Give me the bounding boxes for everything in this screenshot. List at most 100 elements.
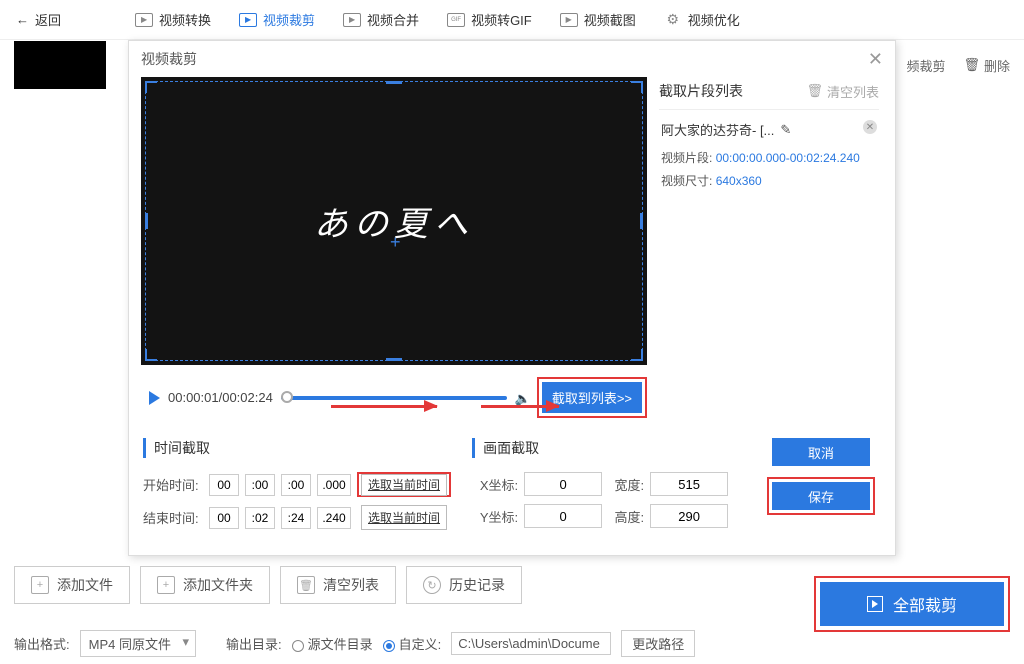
y-input[interactable]	[524, 504, 602, 528]
bottom-toolbar: + 添加文件 + 添加文件夹 🗑 清空列表 ↻ 历史记录	[14, 566, 522, 604]
radio-source-dir[interactable]: 源文件目录	[292, 634, 373, 653]
crop-handle-l[interactable]	[145, 213, 148, 229]
start-min-input[interactable]	[245, 474, 275, 496]
tab-video-optimize[interactable]: ⚙ 视频优化	[654, 6, 750, 33]
save-button[interactable]: 保存	[772, 482, 870, 510]
out-format-label: 输出格式:	[14, 634, 70, 653]
crop-modal: 视频裁剪 ✕ + あの夏へ 00:00:01/00	[128, 40, 896, 556]
back-button[interactable]: ← 返回	[8, 6, 69, 33]
out-format-select[interactable]: MP4 同原文件	[80, 630, 196, 657]
start-time-label: 开始时间:	[143, 475, 203, 494]
tab-label: 视频优化	[688, 10, 740, 29]
out-path-input[interactable]: C:\Users\admin\Docume	[451, 632, 611, 655]
w-label: 宽度:	[608, 475, 644, 494]
play-icon: ▶	[560, 13, 578, 27]
annotation-frame: 选取当前时间	[357, 472, 451, 497]
annotation-frame: 全部裁剪	[814, 576, 1010, 632]
tab-label: 视频合并	[367, 10, 419, 29]
end-min-input[interactable]	[245, 507, 275, 529]
annotation-frame: 保存	[767, 477, 875, 515]
h-label: 高度:	[608, 507, 644, 526]
output-row: 输出格式: MP4 同原文件 输出目录: 源文件目录 自定义: C:\Users…	[14, 630, 695, 657]
clear-list-button[interactable]: 🗑 清空列表	[806, 82, 879, 101]
playback-row: 00:00:01/00:02:24 🔈 截取到列表>>	[141, 377, 647, 418]
folder-plus-icon: +	[157, 576, 175, 594]
tab-label: 视频裁剪	[263, 10, 315, 29]
crop-handle-t[interactable]	[386, 81, 402, 84]
clock-icon: ↻	[423, 576, 441, 594]
x-input[interactable]	[524, 472, 602, 496]
progress-slider[interactable]	[281, 396, 507, 400]
video-preview[interactable]: + あの夏へ	[141, 77, 647, 365]
start-hour-input[interactable]	[209, 474, 239, 496]
clear-list-button[interactable]: 🗑 清空列表	[280, 566, 396, 604]
modal-title: 视频裁剪	[141, 49, 197, 69]
play-icon: ▶	[135, 13, 153, 27]
x-label: X坐标:	[472, 475, 518, 494]
close-icon[interactable]: ✕	[868, 49, 883, 70]
trash-icon[interactable]: 🗑 删除	[963, 56, 1010, 75]
pick-current-end-button[interactable]: 选取当前时间	[361, 505, 447, 530]
time-display: 00:00:01/00:02:24	[168, 390, 273, 405]
crop-handle-br[interactable]	[631, 349, 643, 361]
change-path-button[interactable]: 更改路径	[621, 630, 695, 657]
tab-video-crop[interactable]: ▶ 视频裁剪	[229, 6, 325, 33]
pick-current-start-button[interactable]: 选取当前时间	[361, 474, 447, 496]
w-input[interactable]	[650, 472, 728, 496]
tab-video-gif[interactable]: GIF 视频转GIF	[437, 6, 542, 33]
segment-list-title: 截取片段列表	[659, 81, 743, 101]
end-time-label: 结束时间:	[143, 508, 203, 527]
annotation-arrow-icon	[331, 405, 437, 408]
crop-handle-bl[interactable]	[145, 349, 157, 361]
h-input[interactable]	[650, 504, 728, 528]
end-ms-input[interactable]	[317, 507, 351, 529]
back-label: 返回	[35, 10, 61, 29]
add-folder-button[interactable]: + 添加文件夹	[140, 566, 270, 604]
crop-handle-tr[interactable]	[631, 81, 643, 93]
frame-section-title: 画面截取	[472, 438, 741, 458]
pencil-icon[interactable]: ✎	[780, 122, 791, 138]
crop-handle-b[interactable]	[386, 358, 402, 361]
trash-icon: 🗑	[297, 576, 315, 594]
crop-handle-r[interactable]	[640, 213, 643, 229]
radio-custom-dir[interactable]: 自定义:	[383, 634, 442, 653]
trash-icon: 🗑	[806, 83, 823, 99]
play-icon: ▶	[239, 13, 257, 27]
out-dir-label: 输出目录:	[226, 634, 282, 653]
tab-video-merge[interactable]: ▶ 视频合并	[333, 6, 429, 33]
tab-video-screenshot[interactable]: ▶ 视频截图	[550, 6, 646, 33]
segment-size: 640x360	[716, 174, 762, 188]
start-ms-input[interactable]	[317, 474, 351, 496]
crop-all-button[interactable]: 全部裁剪	[820, 582, 1004, 626]
crop-handle-tl[interactable]	[145, 81, 157, 93]
history-button[interactable]: ↻ 历史记录	[406, 566, 522, 604]
tab-label: 视频转GIF	[471, 10, 532, 29]
start-sec-input[interactable]	[281, 474, 311, 496]
annotation-arrow-icon	[481, 405, 559, 408]
progress-thumb[interactable]	[281, 391, 293, 403]
add-file-button[interactable]: + 添加文件	[14, 566, 130, 604]
end-hour-input[interactable]	[209, 507, 239, 529]
y-label: Y坐标:	[472, 507, 518, 526]
clip-name: 阿大家的达芬奇- [...	[661, 120, 774, 139]
tab-video-convert[interactable]: ▶ 视频转换	[125, 6, 221, 33]
end-sec-input[interactable]	[281, 507, 311, 529]
play-icon	[867, 596, 883, 612]
gif-icon: GIF	[447, 13, 465, 27]
arrow-left-icon: ←	[16, 12, 29, 27]
segment-range: 00:00:00.000-00:02:24.240	[716, 151, 860, 165]
speaker-icon[interactable]: 🔈	[515, 391, 529, 405]
tab-label: 视频转换	[159, 10, 211, 29]
video-thumbnail[interactable]	[14, 41, 106, 89]
play-icon: ▶	[343, 13, 361, 27]
play-button[interactable]	[149, 391, 160, 405]
remove-clip-button[interactable]: ✕	[863, 120, 877, 134]
cancel-button[interactable]: 取消	[772, 438, 870, 466]
crop-label[interactable]: 频裁剪	[906, 56, 945, 75]
preview-overlay-text: あの夏へ	[314, 197, 474, 246]
sliders-icon: ⚙	[664, 13, 682, 27]
segment-card[interactable]: 阿大家的达芬奇- [... ✎ ✕ 视频片段: 00:00:00.000-00:…	[659, 109, 879, 205]
top-toolbar: ← 返回 ▶ 视频转换 ▶ 视频裁剪 ▶ 视频合并 GIF 视频转GIF ▶ 视…	[0, 0, 1024, 40]
file-plus-icon: +	[31, 576, 49, 594]
time-section-title: 时间截取	[143, 438, 452, 458]
